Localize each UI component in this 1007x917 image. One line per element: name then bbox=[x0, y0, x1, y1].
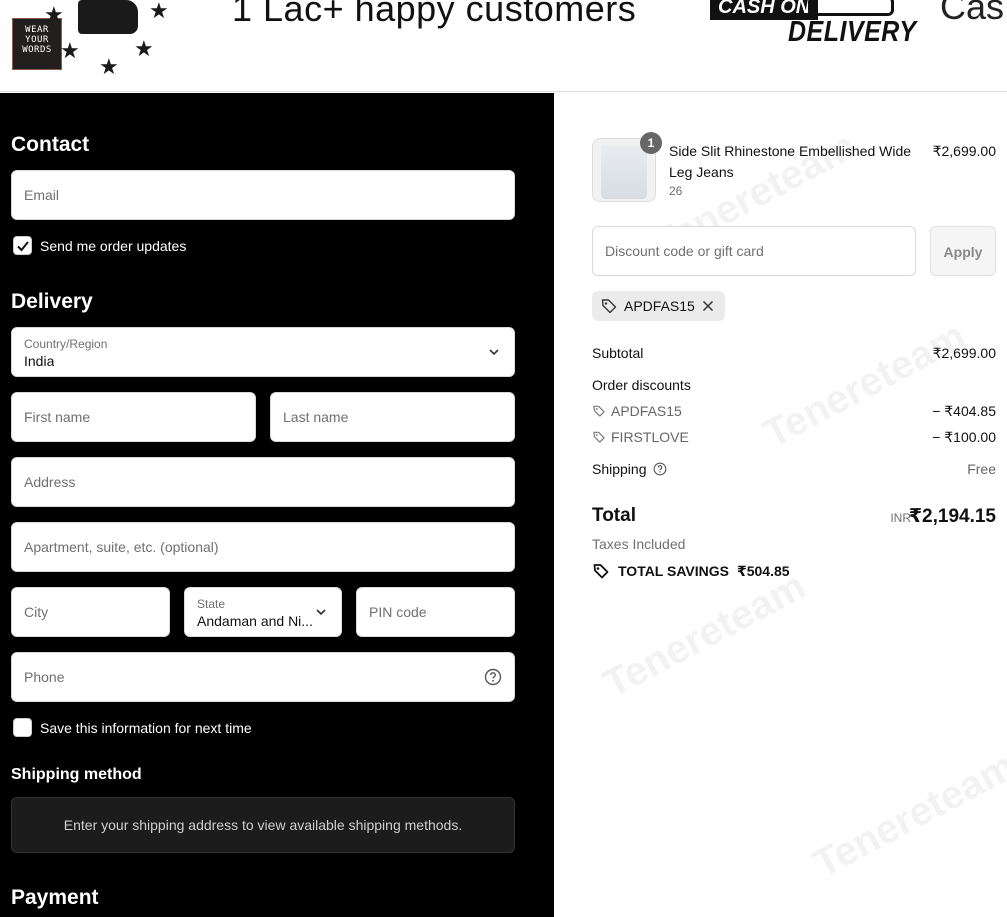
tag-icon bbox=[593, 431, 605, 443]
country-value: India bbox=[24, 353, 55, 369]
subtotal-value: ₹2,699.00 bbox=[932, 345, 996, 361]
taxes-note: Taxes Included bbox=[592, 536, 686, 552]
star-icon: ★ bbox=[149, 0, 169, 23]
truck-icon bbox=[808, 0, 894, 16]
shipping-method-heading: Shipping method bbox=[11, 766, 142, 783]
total-label: Total bbox=[592, 505, 636, 526]
check-icon bbox=[17, 241, 29, 252]
discount-amount: − ₹404.85 bbox=[932, 403, 996, 419]
address-field[interactable]: Address bbox=[11, 457, 515, 507]
discount-code: APDFAS15 bbox=[611, 403, 682, 419]
quantity-badge: 1 bbox=[640, 132, 662, 154]
last-name-placeholder: Last name bbox=[283, 409, 349, 425]
subtotal-label: Subtotal bbox=[592, 345, 644, 361]
applied-code: APDFAS15 bbox=[624, 298, 695, 314]
address-placeholder: Address bbox=[24, 474, 76, 490]
chevron-down-icon bbox=[316, 609, 326, 616]
city-field[interactable]: City bbox=[11, 587, 170, 637]
state-value: Andaman and Ni... bbox=[197, 613, 313, 629]
tag-icon bbox=[593, 405, 605, 417]
banner-cut-text: Cas bbox=[940, 0, 1005, 27]
state-select[interactable]: State Andaman and Ni... bbox=[184, 587, 342, 637]
chevron-down-icon bbox=[489, 349, 499, 356]
pin-code-placeholder: PIN code bbox=[369, 604, 427, 620]
payment-heading: Payment bbox=[11, 886, 99, 909]
discount-code-input[interactable]: Discount code or gift card bbox=[592, 226, 916, 276]
product-name: Side Slit Rhinestone Embellished Wide Le… bbox=[669, 143, 912, 180]
watermark: Tenereteam bbox=[596, 563, 813, 707]
savings-value: ₹504.85 bbox=[736, 562, 790, 579]
applied-discount-chip: APDFAS15 bbox=[592, 291, 725, 321]
email-field[interactable]: Email bbox=[11, 170, 515, 220]
promo-banner: WEAR YOUR WORDS ★ ★ ★ ★ ★ 1 Lac+ happy c… bbox=[0, 0, 1007, 92]
discount-line: FIRSTLOVE bbox=[592, 429, 689, 445]
state-label: State bbox=[197, 597, 226, 611]
watermark: Tenereteam bbox=[806, 743, 1007, 887]
help-circle-icon[interactable] bbox=[484, 668, 502, 686]
phone-field[interactable]: Phone bbox=[11, 652, 515, 702]
email-placeholder: Email bbox=[24, 187, 60, 203]
star-icon: ★ bbox=[99, 54, 119, 79]
star-icon: ★ bbox=[134, 36, 154, 61]
order-updates-label: Send me order updates bbox=[40, 238, 187, 254]
product-price: ₹2,699.00 bbox=[932, 143, 996, 159]
delivery-heading: Delivery bbox=[11, 290, 93, 313]
tag-icon bbox=[593, 564, 609, 579]
total-value: ₹2,194.15 bbox=[908, 506, 996, 527]
first-name-field[interactable]: First name bbox=[11, 392, 256, 442]
country-label: Country/Region bbox=[24, 337, 108, 351]
savings-label: TOTAL SAVINGS bbox=[618, 563, 729, 579]
apply-button[interactable]: Apply bbox=[930, 226, 996, 276]
cod-delivery-label: DELIVERY bbox=[788, 15, 917, 49]
discount-code: FIRSTLOVE bbox=[611, 429, 689, 445]
star-icon: ★ bbox=[60, 38, 80, 63]
help-circle-icon[interactable] bbox=[653, 462, 667, 476]
order-updates-checkbox[interactable] bbox=[13, 236, 32, 255]
shipping-message: Enter your shipping address to view avai… bbox=[63, 817, 463, 833]
product-variant: 26 bbox=[669, 184, 683, 198]
last-name-field[interactable]: Last name bbox=[270, 392, 515, 442]
star-icon: ★ bbox=[44, 2, 64, 27]
discount-placeholder: Discount code or gift card bbox=[605, 243, 764, 259]
apartment-placeholder: Apartment, suite, etc. (optional) bbox=[24, 539, 219, 555]
contact-heading: Contact bbox=[11, 133, 90, 156]
phone-placeholder: Phone bbox=[24, 669, 65, 685]
total-savings: TOTAL SAVINGS ₹504.85 bbox=[592, 562, 790, 580]
product-image bbox=[601, 145, 647, 199]
apartment-field[interactable]: Apartment, suite, etc. (optional) bbox=[11, 522, 515, 572]
product-thumbnail: 1 bbox=[592, 132, 662, 202]
order-summary: Tenereteam Tenereteam Tenereteam Teneret… bbox=[554, 93, 1007, 917]
thumbs-up-icon bbox=[78, 0, 138, 34]
discount-line: APDFAS15 bbox=[592, 403, 682, 419]
pin-code-field[interactable]: PIN code bbox=[356, 587, 515, 637]
shipping-row: Shipping bbox=[592, 461, 667, 477]
shipping-value: Free bbox=[967, 461, 996, 477]
tag-icon bbox=[601, 299, 617, 314]
city-placeholder: City bbox=[24, 604, 49, 620]
order-discounts-label: Order discounts bbox=[592, 377, 691, 393]
banner-tagline: 1 Lac+ happy customers bbox=[232, 0, 637, 29]
close-icon[interactable] bbox=[701, 299, 715, 313]
country-select[interactable]: Country/Region India bbox=[11, 327, 515, 377]
save-info-checkbox[interactable] bbox=[13, 718, 32, 737]
first-name-placeholder: First name bbox=[24, 409, 91, 425]
save-info-label: Save this information for next time bbox=[40, 720, 252, 736]
shipping-label: Shipping bbox=[592, 461, 647, 477]
discount-amount: − ₹100.00 bbox=[932, 429, 996, 445]
shipping-methods-placeholder: Enter your shipping address to view avai… bbox=[11, 797, 515, 853]
checkout-form: Contact Email Send me order updates Deli… bbox=[0, 93, 554, 917]
